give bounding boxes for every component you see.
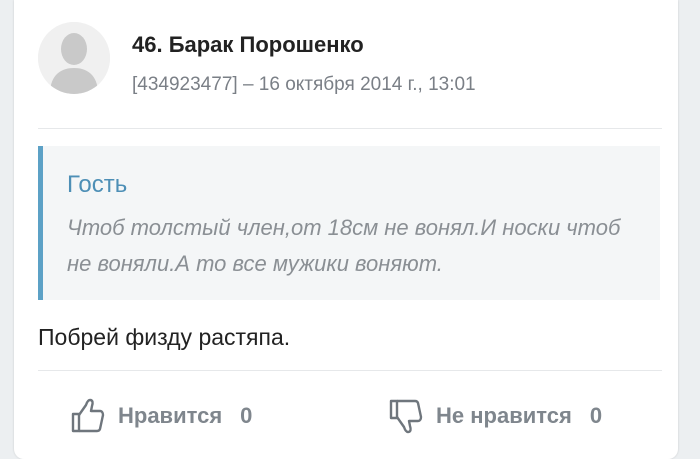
like-label: Нравится [118, 403, 223, 428]
dislike-count: 0 [589, 403, 603, 428]
like-button[interactable]: Нравится 0 [70, 390, 252, 442]
divider [38, 370, 662, 371]
comment-meta: [434923477] – 16 октября 2014 г., 13:01 [132, 74, 476, 95]
comment-actions: Нравится 0 Не нравится 0 [14, 390, 678, 446]
quote-text: Чтоб толстый член,от 18см не вонял.И нос… [67, 215, 621, 276]
dislike-button[interactable]: Не нравится 0 [388, 390, 602, 442]
thumbs-up-icon [71, 398, 105, 433]
comment-header: 46. Барак Порошенко [434923477] – 16 окт… [14, 0, 678, 130]
dislike-label: Не нравится [436, 403, 572, 428]
author-name[interactable]: 46. Барак Порошенко [132, 32, 364, 58]
avatar[interactable] [38, 22, 110, 94]
comment-text: Побрей физду растяпа. [38, 324, 291, 350]
like-count: 0 [240, 403, 253, 428]
quote-author: Гость [67, 171, 128, 198]
user-silhouette-icon [38, 22, 110, 94]
thumbs-down-icon [389, 399, 423, 434]
divider [38, 128, 662, 129]
quote-block: Гость Чтоб толстый член,от 18см не вонял… [38, 146, 660, 300]
comment-card: 46. Барак Порошенко [434923477] – 16 окт… [14, 0, 678, 459]
